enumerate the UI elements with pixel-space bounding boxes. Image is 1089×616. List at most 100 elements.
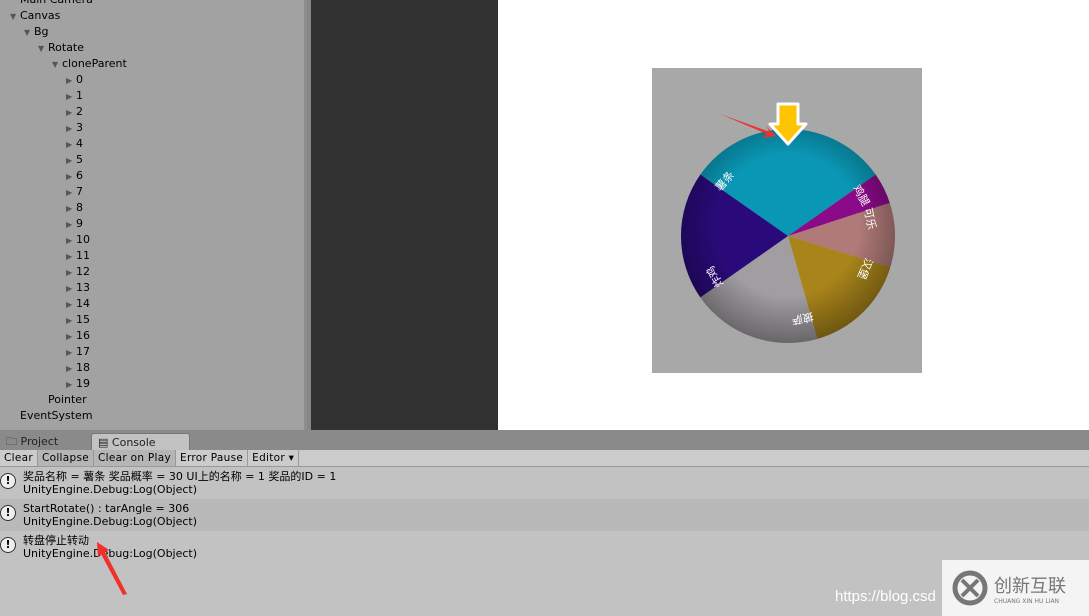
hierarchy-item-label: 5 [76, 153, 83, 166]
hierarchy-item[interactable]: ▶ 15 [66, 312, 90, 328]
expand-right-icon[interactable]: ▶ [66, 265, 76, 281]
canvas-background: 薯条 鸡腿 可乐 汉堡 披萨 炸鸡 [652, 68, 922, 373]
hierarchy-item-label: Main Camera [20, 0, 93, 6]
hierarchy-item-label: 10 [76, 233, 90, 246]
expand-down-icon[interactable]: ▼ [24, 25, 34, 41]
info-icon: ! [0, 537, 16, 553]
expand-right-icon[interactable]: ▶ [66, 89, 76, 105]
tab-console[interactable]: ▤ Console [91, 433, 190, 450]
clear-on-play-button[interactable]: Clear on Play [94, 450, 177, 466]
hierarchy-item-label: 2 [76, 105, 83, 118]
expand-right-icon[interactable]: ▶ [66, 377, 76, 393]
hierarchy-item-label: 12 [76, 265, 90, 278]
hierarchy-item[interactable]: Main Camera [10, 0, 93, 8]
hierarchy-item[interactable]: ▼ Rotate [38, 40, 84, 56]
hierarchy-item-label: 19 [76, 377, 90, 390]
wheel-shading [681, 129, 895, 343]
hierarchy-item[interactable]: EventSystem [10, 408, 93, 424]
hierarchy-item[interactable]: ▶ 16 [66, 328, 90, 344]
hierarchy-item[interactable]: ▶ 7 [66, 184, 83, 200]
log-message: StartRotate() : tarAngle = 306 [23, 502, 190, 515]
expand-down-icon[interactable]: ▼ [38, 41, 48, 57]
expand-right-icon[interactable]: ▶ [66, 297, 76, 313]
annotation-arrow-icon [720, 114, 776, 138]
console-toolbar: Clear Collapse Clear on Play Error Pause… [0, 450, 1089, 467]
hierarchy-item-label: 14 [76, 297, 90, 310]
collapse-button[interactable]: Collapse [37, 450, 94, 466]
expand-right-icon[interactable]: ▶ [66, 185, 76, 201]
hierarchy-item-label: 3 [76, 121, 83, 134]
hierarchy-item-label: 11 [76, 249, 90, 262]
hierarchy-item-label: EventSystem [20, 409, 93, 422]
hierarchy-item[interactable]: Pointer [38, 392, 87, 408]
hierarchy-item[interactable]: ▶ 5 [66, 152, 83, 168]
clear-button[interactable]: Clear [0, 450, 38, 466]
console-icon: ▤ [98, 436, 109, 449]
expand-right-icon[interactable]: ▶ [66, 217, 76, 233]
expand-right-icon[interactable]: ▶ [66, 361, 76, 377]
hierarchy-item[interactable]: ▶ 13 [66, 280, 90, 296]
expand-right-icon[interactable]: ▶ [66, 121, 76, 137]
hierarchy-item[interactable]: ▶ 11 [66, 248, 90, 264]
hierarchy-item-label: 17 [76, 345, 90, 358]
console-entry[interactable]: ! StartRotate() : tarAngle = 306 UnityEngi… [0, 499, 1089, 531]
expand-right-icon[interactable]: ▶ [66, 169, 76, 185]
info-icon: ! [0, 473, 16, 489]
hierarchy-item[interactable]: ▶ 3 [66, 120, 83, 136]
hierarchy-item[interactable]: ▶ 9 [66, 216, 83, 232]
hierarchy-item[interactable]: ▶ 8 [66, 200, 83, 216]
brand-name: 创新互联 [994, 575, 1066, 597]
expand-right-icon[interactable]: ▶ [66, 73, 76, 89]
hierarchy-item-label: Bg [34, 25, 49, 38]
hierarchy-item[interactable]: ▶ 1 [66, 88, 83, 104]
hierarchy-item-label: 13 [76, 281, 90, 294]
log-stacktrace: UnityEngine.Debug:Log(Object) [23, 483, 198, 496]
expand-right-icon[interactable]: ▶ [66, 329, 76, 345]
expand-right-icon[interactable]: ▶ [66, 233, 76, 249]
hierarchy-item-label: Pointer [48, 393, 87, 406]
expand-right-icon[interactable]: ▶ [66, 249, 76, 265]
expand-right-icon[interactable]: ▶ [66, 153, 76, 169]
expand-down-icon[interactable]: ▼ [52, 57, 62, 73]
tab-project[interactable]: 🗀 Project [0, 433, 64, 450]
console-entry[interactable]: ! 奖品名称 = 薯条 奖品概率 = 30 UI上的名称 = 1 奖品的ID = … [0, 467, 1089, 499]
hierarchy-item-label: 18 [76, 361, 90, 374]
hierarchy-item[interactable]: ▼ Canvas [10, 8, 60, 24]
hierarchy-item-label: 8 [76, 201, 83, 214]
expand-right-icon[interactable]: ▶ [66, 105, 76, 121]
info-icon: ! [0, 505, 16, 521]
expand-right-icon[interactable]: ▶ [66, 313, 76, 329]
hierarchy-item[interactable]: ▶ 2 [66, 104, 83, 120]
game-view[interactable]: 薯条 鸡腿 可乐 汉堡 披萨 炸鸡 [498, 0, 1089, 430]
error-pause-button[interactable]: Error Pause [176, 450, 249, 466]
hierarchy-item[interactable]: ▶ 4 [66, 136, 83, 152]
hierarchy-item[interactable]: ▶ 19 [66, 376, 90, 392]
editor-dropdown[interactable]: Editor ▾ [248, 450, 300, 466]
hierarchy-item-label: Rotate [48, 41, 85, 54]
hierarchy-item[interactable]: ▶ 10 [66, 232, 90, 248]
hierarchy-item[interactable]: ▶ 0 [66, 72, 83, 88]
expand-right-icon[interactable]: ▶ [66, 281, 76, 297]
expand-right-icon[interactable]: ▶ [66, 137, 76, 153]
console-entry[interactable]: ! 转盘停止转动 UnityEngine.Debug:Log(Object) [0, 531, 1089, 563]
expand-right-icon[interactable]: ▶ [66, 345, 76, 361]
folder-icon: 🗀 [6, 435, 17, 448]
hierarchy-item[interactable]: ▶ 17 [66, 344, 90, 360]
hierarchy-item[interactable]: ▶ 18 [66, 360, 90, 376]
expand-right-icon[interactable]: ▶ [66, 201, 76, 217]
hierarchy-item-label: cloneParent [62, 57, 127, 70]
expand-down-icon[interactable]: ▼ [10, 9, 20, 25]
hierarchy-panel: Main Camera▼Canvas▼Bg▼Rotate▼cloneParent… [0, 0, 307, 430]
scene-view[interactable] [311, 0, 498, 430]
hierarchy-item[interactable]: ▶ 12 [66, 264, 90, 280]
log-stacktrace: UnityEngine.Debug:Log(Object) [23, 515, 198, 528]
hierarchy-item[interactable]: ▶ 6 [66, 168, 83, 184]
hierarchy-item-label: 6 [76, 169, 83, 182]
hierarchy-item[interactable]: ▶ 14 [66, 296, 90, 312]
brand-sub: CHUANG XIN HU LIAN [994, 597, 1060, 605]
watermark-url: https://blog.csd [835, 588, 936, 605]
hierarchy-item-label: 7 [76, 185, 83, 198]
hierarchy-item[interactable]: ▼ Bg [24, 24, 49, 40]
hierarchy-item[interactable]: ▼ cloneParent [52, 56, 127, 72]
prize-wheel: 薯条鸡腿可乐汉堡披萨炸鸡 [681, 102, 895, 344]
